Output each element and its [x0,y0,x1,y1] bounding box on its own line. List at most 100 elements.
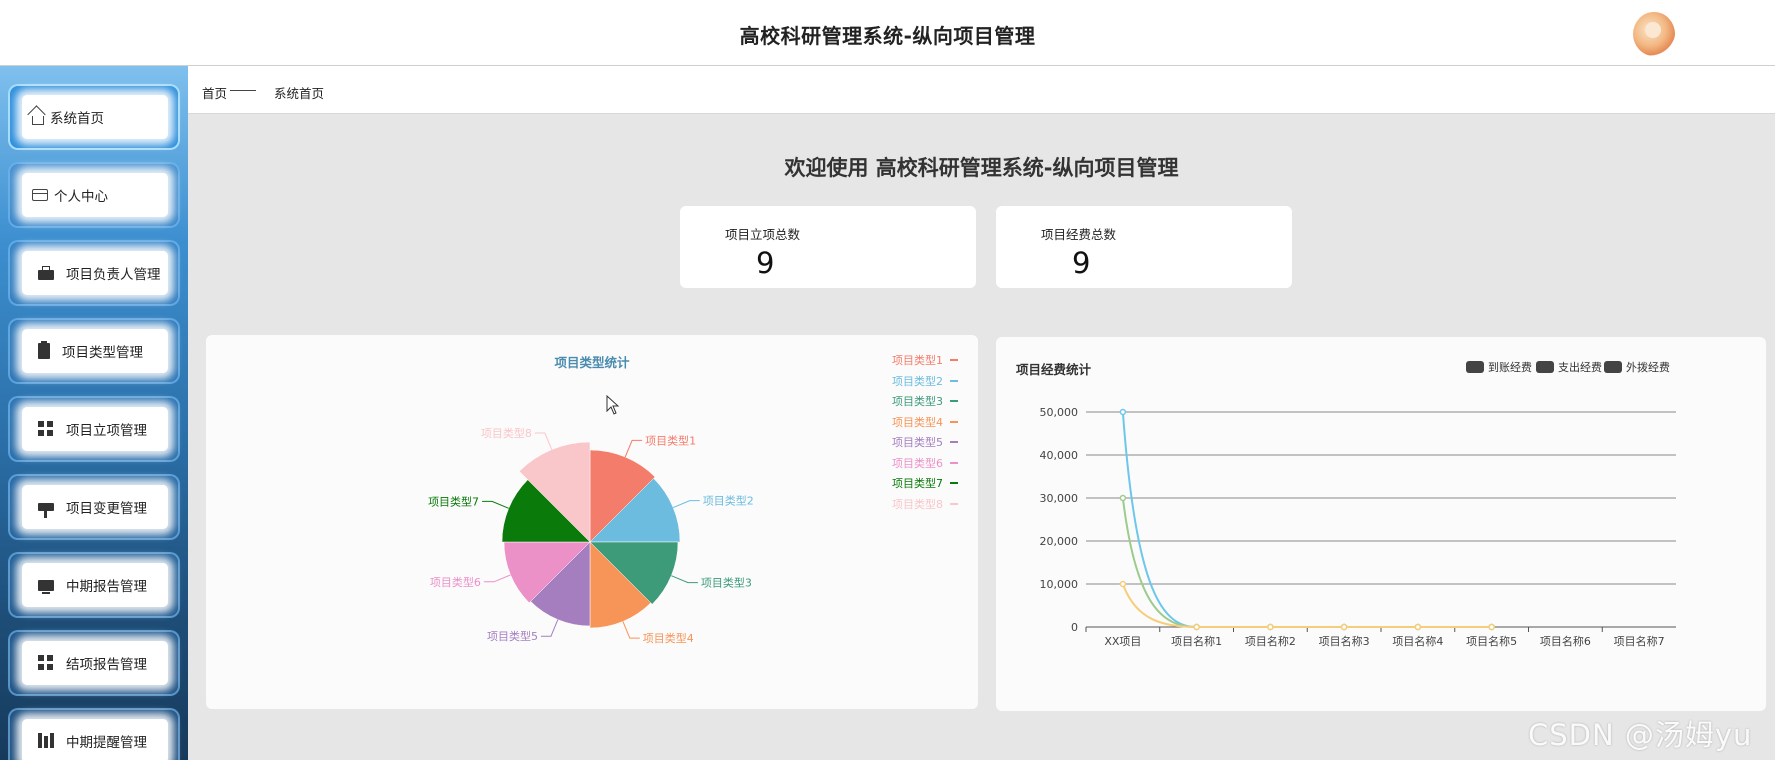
legend-label: 项目类型7 [892,477,943,490]
y-tick-label: 40,000 [1040,449,1079,462]
sidebar-item-label: 项目负责人管理 [66,267,161,283]
briefcase-icon [38,266,54,280]
sidebar-item-label: 项目变更管理 [66,501,147,517]
pie-slice-label: 项目类型7 [428,494,479,508]
legend-label: 项目类型6 [892,456,943,470]
legend-label: 项目类型4 [892,415,943,429]
pie-slice-label: 项目类型8 [481,426,532,440]
data-point[interactable] [1119,408,1127,416]
clipboard-icon [38,341,50,359]
sidebar-item-label: 系统首页 [50,111,104,127]
sidebar-item-home[interactable]: 系统首页 [8,84,180,150]
legend-item[interactable]: 项目类型8 [892,496,958,517]
home-icon [32,115,44,125]
legend-label: 项目类型2 [892,374,943,388]
legend-swatch [950,502,958,505]
stat-card-funding: 项目经费总数 9 [996,206,1292,288]
avatar[interactable] [1633,12,1675,56]
legend-label: 项目类型8 [892,497,943,511]
stat-card-projects: 项目立项总数 9 [680,206,976,288]
chart-legend: 项目类型1 项目类型2 项目类型3 项目类型4 项目类型5 项目类型6 项目类型7 项目类型8 [892,352,958,517]
x-tick-label: XX项目 [1104,635,1141,648]
top-header: 高校科研管理系统-纵向项目管理 [0,0,1775,66]
app-title: 高校科研管理系统-纵向项目管理 [739,24,1036,48]
pie-chart-panel: 项目类型统计 项目类型1 项目类型2 项目类型3 项目类型4 项目类型5 项目类型6 项目类… [206,335,978,709]
legend-item[interactable]: 项目类型4 [892,414,958,435]
data-point[interactable] [1488,623,1495,631]
data-point[interactable] [1414,623,1422,631]
sidebar-item-leader[interactable]: 项目负责人管理 [8,240,180,306]
breadcrumb: 首页 系统首页 [188,66,1775,114]
sidebar-item-project-setup[interactable]: 项目立项管理 [8,396,180,462]
sidebar-item-midterm-report[interactable]: 中期报告管理 [8,552,180,618]
watermark: CSDN @汤姆yu [1528,718,1753,752]
legend-label: 项目类型1 [892,354,943,367]
sidebar-item-label: 中期报告管理 [66,579,147,595]
y-tick-label: 20,000 [1040,535,1079,548]
mouse-cursor-icon [606,395,620,415]
pie-slice-label: 项目类型3 [701,576,752,590]
pie-slice-label: 项目类型6 [430,575,481,589]
pie-label-line [622,621,640,639]
legend-swatch [950,400,958,402]
data-point[interactable] [1119,494,1127,502]
legend-item[interactable]: 项目类型2 [892,373,958,394]
legend-item[interactable]: 项目类型7 [892,475,958,496]
data-point[interactable] [1193,623,1200,631]
x-tick-label: 项目名称5 [1466,634,1517,648]
x-tick-label: 项目名称4 [1392,634,1443,648]
pie-label-line [624,439,643,458]
pie-slice-label: 项目类型4 [643,631,694,645]
grid-icon [38,655,54,671]
data-point[interactable] [1119,580,1127,588]
series-line[interactable] [1121,411,1492,628]
legend-swatch [950,379,958,382]
stat-value: 9 [756,246,775,280]
sidebar-item-label: 结项报告管理 [66,657,147,673]
legend-swatch [950,441,958,443]
breadcrumb-current: 系统首页 [274,86,325,101]
pie-label-line [534,432,553,450]
sidebar-item-final-report[interactable]: 结项报告管理 [8,630,180,696]
pie-slice-label: 项目类型2 [703,494,754,508]
line-chart-panel: 项目经费统计 到账经费 支出经费 外拨经费 0 10,000 20,000 30,000 4… [996,337,1766,711]
pin-icon [38,503,54,518]
pie-slice-label: 项目类型5 [487,629,538,643]
legend-label: 项目类型3 [892,395,943,408]
x-tick-label: 项目名称3 [1319,634,1370,648]
x-tick-label: 项目名称6 [1540,634,1591,648]
x-tick-label: 项目名称7 [1614,634,1665,648]
card-icon [32,189,48,201]
sidebar-item-project-type[interactable]: 项目类型管理 [8,318,180,384]
sidebar-item-profile[interactable]: 个人中心 [8,162,180,228]
stat-label: 项目立项总数 [725,227,801,242]
welcome-heading: 欢迎使用 高校科研管理系统-纵向项目管理 [784,156,1179,180]
pie-chart: 项目类型1 项目类型2 项目类型3 项目类型4 项目类型5 项目类型6 项目类型7 项目类型8 [428,426,754,645]
legend-swatch [950,482,958,484]
legend-swatch [950,461,958,464]
x-tick-label: 项目名称1 [1171,634,1222,648]
pie-slice-label: 项目类型1 [645,433,696,447]
line-chart: 0 10,000 20,000 30,000 40,000 50,000 XX项目 项目名称1… [1040,406,1676,648]
grid-icon [38,421,54,437]
series-line[interactable] [1121,497,1492,628]
legend-item[interactable]: 项目类型3 [892,393,958,414]
sidebar-item-midterm-reminder[interactable]: 中期提醒管理 [8,708,180,760]
legend-item[interactable]: 项目类型1 [892,352,958,373]
sidebar-item-label: 个人中心 [54,189,108,205]
data-point[interactable] [1267,623,1274,631]
legend-item[interactable]: 项目类型5 [892,434,958,455]
y-tick-label: 50,000 [1040,406,1079,419]
series-line[interactable] [1121,583,1492,628]
data-point[interactable] [1340,623,1348,631]
books-icon [38,733,54,749]
breadcrumb-separator [230,90,256,91]
legend-item[interactable]: 项目类型6 [892,455,958,476]
y-tick-label: 30,000 [1040,492,1079,505]
sidebar-item-project-change[interactable]: 项目变更管理 [8,474,180,540]
breadcrumb-home[interactable]: 首页 [202,83,227,102]
pie-label-line [672,500,700,509]
legend-swatch [950,420,958,423]
y-tick-label: 0 [1071,621,1078,634]
pie-label-line [671,575,698,584]
